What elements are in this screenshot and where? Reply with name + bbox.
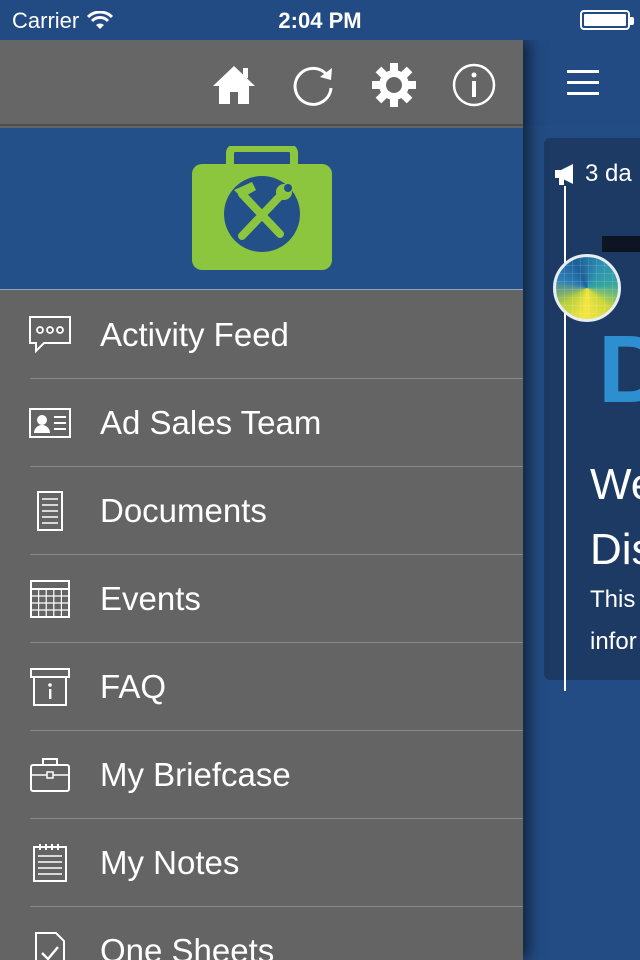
- feed-body-line2: infor: [590, 628, 637, 655]
- drawer-toolbar: [0, 40, 523, 126]
- status-time: 2:04 PM: [278, 8, 362, 33]
- document-icon: [37, 491, 63, 531]
- info-box-icon: [30, 668, 70, 706]
- menu-item-label: Activity Feed: [100, 316, 289, 353]
- feed-body-line1: This: [590, 586, 636, 613]
- refresh-icon[interactable]: [291, 62, 337, 108]
- contact-card-icon: [29, 408, 71, 438]
- feed-logo-letter: D: [598, 316, 640, 423]
- menu-item-label: Ad Sales Team: [100, 404, 322, 441]
- calendar-icon: [30, 580, 70, 618]
- briefcase-icon: [30, 758, 70, 792]
- toolbox-logo-icon: [192, 146, 332, 270]
- menu-item-one-sheets[interactable]: One Sheets: [0, 907, 523, 960]
- menu-item-label: Events: [100, 580, 201, 617]
- gear-icon[interactable]: [371, 62, 417, 108]
- notepad-icon: [33, 844, 67, 882]
- main-header: [523, 40, 640, 126]
- menu-item-label: My Notes: [100, 844, 240, 881]
- menu-item-my-briefcase[interactable]: My Briefcase: [0, 731, 523, 819]
- drawer-banner: [0, 128, 523, 290]
- menu-item-label: One Sheets: [100, 932, 275, 960]
- menu-item-faq[interactable]: FAQ: [0, 643, 523, 731]
- home-icon[interactable]: [211, 62, 257, 108]
- menu-item-activity-feed[interactable]: Activity Feed: [0, 291, 523, 379]
- menu-item-label: Documents: [100, 492, 267, 529]
- megaphone-icon: [555, 164, 573, 185]
- side-drawer: Activity Feed Ad Sales Team Documents Ev…: [0, 40, 523, 960]
- chat-bubble-icon: [29, 316, 71, 354]
- battery-icon: [580, 10, 634, 30]
- menu-item-ad-sales-team[interactable]: Ad Sales Team: [0, 379, 523, 467]
- drawer-menu: Activity Feed Ad Sales Team Documents Ev…: [0, 291, 523, 960]
- menu-item-label: FAQ: [100, 668, 167, 705]
- menu-item-documents[interactable]: Documents: [0, 467, 523, 555]
- feed-heading-line1: We: [590, 460, 640, 509]
- menu-item-my-notes[interactable]: My Notes: [0, 819, 523, 907]
- menu-toggle-icon[interactable]: [567, 70, 599, 96]
- feed-item-meta: 3 da: [553, 160, 632, 188]
- info-icon[interactable]: [451, 62, 497, 108]
- feed-image-fragment: [602, 236, 640, 252]
- menu-item-label: My Briefcase: [100, 756, 291, 793]
- menu-item-events[interactable]: Events: [0, 555, 523, 643]
- feed-time-ago: 3 da: [585, 160, 632, 187]
- checked-document-icon: [35, 932, 65, 960]
- feed-heading-line2: Dis: [590, 525, 640, 574]
- avatar[interactable]: [553, 254, 621, 322]
- status-bar: Carrier 2:04 PM: [0, 0, 640, 40]
